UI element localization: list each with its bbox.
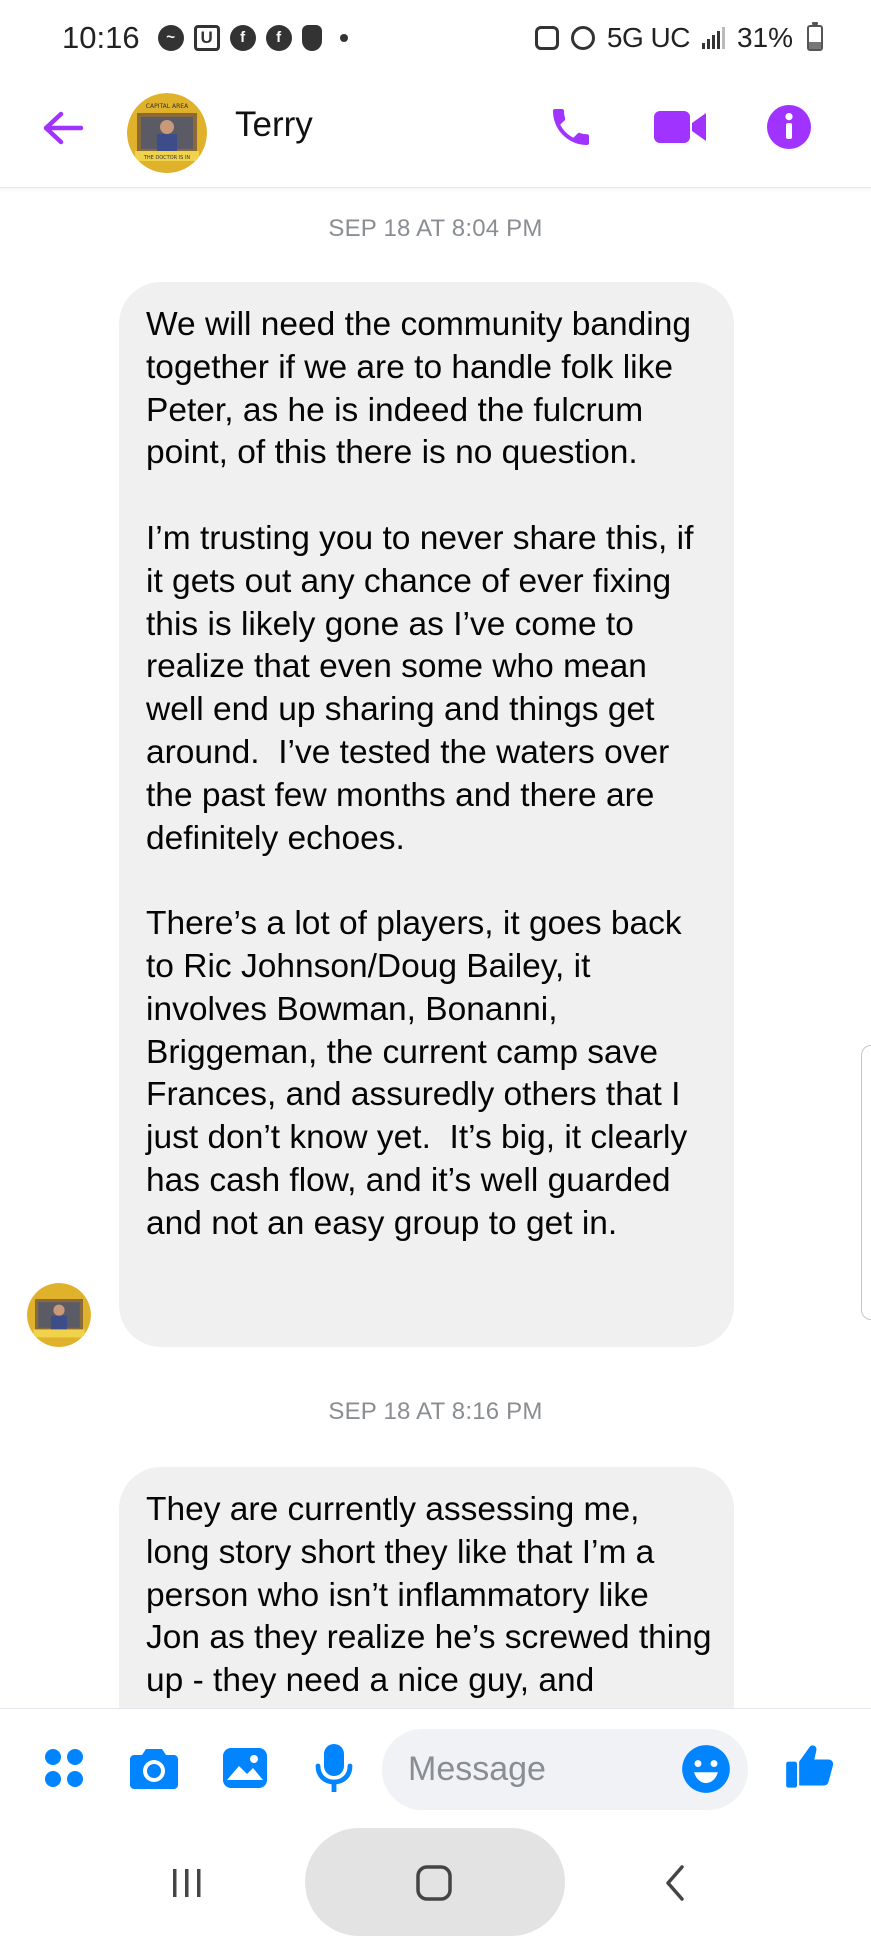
status-right: 5G UC 31% — [534, 21, 823, 54]
system-back-button[interactable] — [645, 1853, 705, 1913]
facebook-notification-icon: f — [229, 24, 256, 51]
avatar-caption-top: CAPITAL AREA — [146, 103, 189, 110]
voice-call-button[interactable] — [541, 97, 601, 157]
camera-icon — [130, 1749, 178, 1789]
more-actions-button[interactable] — [35, 1739, 93, 1797]
thumbs-up-icon — [786, 1745, 834, 1788]
sender-avatar[interactable] — [27, 1283, 91, 1347]
chevron-left-icon — [666, 1865, 684, 1901]
info-icon — [767, 105, 811, 149]
tag-notification-icon — [301, 24, 322, 51]
signal-strength-icon — [701, 26, 725, 49]
voice-message-button[interactable] — [305, 1739, 363, 1797]
messenger-notification-icon: ~ — [157, 24, 184, 51]
sender-avatar-image — [27, 1283, 91, 1347]
gallery-button[interactable] — [216, 1739, 274, 1797]
conversation-header: CAPITAL AREA THE DOCTOR IS IN Terry — [0, 75, 871, 188]
contact-name[interactable]: Terry — [235, 105, 313, 145]
message-bubble-2[interactable]: They are currently assessing me, long st… — [119, 1467, 734, 1708]
status-left: 10:16 ~ U f f — [62, 20, 348, 56]
microphone-icon — [315, 1744, 353, 1792]
recent-apps-button[interactable] — [157, 1853, 217, 1913]
lock-status-icon — [534, 25, 559, 50]
message-timestamp-2: SEP 18 AT 8:16 PM — [328, 1398, 543, 1425]
home-button[interactable] — [404, 1853, 464, 1913]
system-navigation-bar — [0, 1828, 871, 1936]
phone-icon — [553, 109, 589, 145]
photo-gallery-icon — [223, 1748, 267, 1788]
battery-fill — [809, 41, 821, 49]
message-bubble[interactable]: We will need the community banding toget… — [119, 282, 734, 1347]
app-u-notification-icon: U — [193, 24, 220, 51]
avatar-caption-bottom: THE DOCTOR IS IN — [143, 155, 191, 161]
contact-avatar[interactable]: CAPITAL AREA THE DOCTOR IS IN — [127, 93, 207, 173]
four-dots-menu-icon — [45, 1749, 83, 1787]
camera-button[interactable] — [125, 1739, 183, 1797]
scrollbar-thumb[interactable] — [861, 1045, 871, 1320]
more-notifications-dot-icon — [339, 33, 348, 42]
home-square-icon — [416, 1865, 452, 1901]
back-arrow-icon — [43, 111, 84, 145]
facebook-notification-icon-2: f — [265, 24, 292, 51]
battery-percent: 31% — [736, 21, 793, 53]
video-call-button[interactable] — [650, 97, 710, 157]
recent-apps-icon — [173, 1869, 201, 1897]
battery-icon — [807, 21, 823, 51]
avatar-image: CAPITAL AREA THE DOCTOR IS IN — [127, 93, 207, 173]
message-timestamp: SEP 18 AT 8:04 PM — [328, 215, 543, 242]
message-composer — [0, 1708, 871, 1828]
emoji-button[interactable] — [680, 1743, 732, 1795]
alarm-status-icon — [570, 25, 595, 50]
conversation-info-button[interactable] — [759, 97, 819, 157]
like-button[interactable] — [781, 1737, 839, 1795]
video-camera-icon — [654, 111, 706, 143]
back-button[interactable] — [38, 103, 88, 153]
smiley-emoji-icon — [682, 1745, 730, 1793]
network-type: 5G UC — [606, 21, 691, 53]
status-time: 10:16 — [62, 19, 140, 55]
status-bar: 10:16 ~ U f f 5G UC 31% — [0, 0, 871, 75]
